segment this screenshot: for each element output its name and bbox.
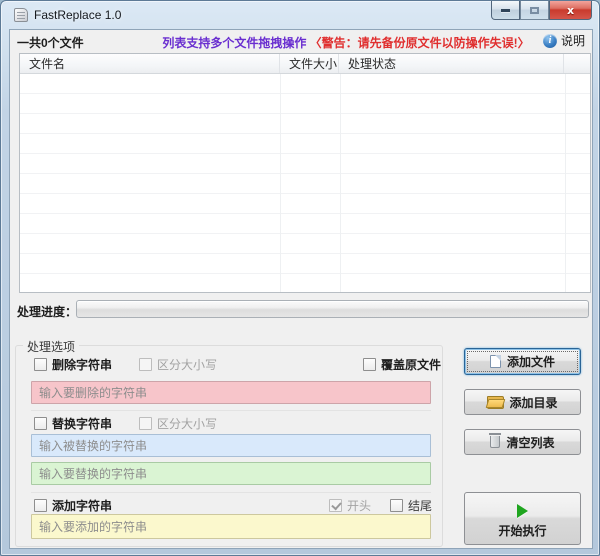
add-directory-label: 添加目录: [509, 394, 557, 411]
append-begin-label: 开头: [347, 497, 371, 514]
append-begin-checkbox: [329, 499, 342, 512]
file-count-label: 一共0个文件: [17, 34, 84, 51]
replace-case-label: 区分大小写: [157, 415, 217, 432]
delete-case-checkbox: [139, 358, 152, 371]
column-divider: [565, 74, 566, 292]
help-link[interactable]: i 说明: [543, 32, 585, 49]
overwrite-checkbox[interactable]: [363, 358, 376, 371]
app-window: FastReplace 1.0 x 一共0个文件 列表支持多个文件拖拽操作 〈警…: [0, 0, 600, 556]
header-message: 列表支持多个文件拖拽操作 〈警告：请先备份原文件以防操作失误!〉: [151, 34, 541, 51]
window-title: FastReplace 1.0: [34, 8, 121, 22]
overwrite-label: 覆盖原文件: [381, 356, 441, 373]
folder-icon: [487, 396, 503, 408]
replace-string-checkbox[interactable]: [34, 417, 47, 430]
delete-string-option[interactable]: 删除字符串: [34, 357, 112, 371]
maximize-icon: [530, 7, 539, 14]
append-end-option[interactable]: 结尾: [390, 498, 432, 512]
delete-case-option: 区分大小写: [139, 357, 217, 371]
minimize-button[interactable]: [491, 1, 520, 20]
start-button[interactable]: 开始执行: [464, 492, 581, 545]
section-divider: [31, 492, 431, 493]
add-file-button[interactable]: 添加文件: [464, 348, 581, 375]
delete-string-checkbox[interactable]: [34, 358, 47, 371]
clear-list-button[interactable]: 清空列表: [464, 429, 581, 455]
column-header-filesize[interactable]: 文件大小: [280, 54, 339, 73]
options-group-label: 处理选项: [23, 338, 79, 355]
start-label: 开始执行: [498, 522, 546, 539]
replace-case-checkbox: [139, 417, 152, 430]
append-string-checkbox[interactable]: [34, 499, 47, 512]
replace-from-input[interactable]: [31, 434, 431, 457]
progress-label: 处理进度：: [17, 303, 77, 320]
delete-string-input[interactable]: [31, 381, 431, 404]
clear-list-label: 清空列表: [506, 434, 554, 451]
append-string-label: 添加字符串: [52, 497, 112, 514]
trash-icon: [490, 436, 500, 448]
maximize-button[interactable]: [520, 1, 549, 20]
replace-string-label: 替换字符串: [52, 415, 112, 432]
file-icon: [490, 355, 501, 368]
replace-string-option[interactable]: 替换字符串: [34, 416, 112, 430]
column-header-status[interactable]: 处理状态: [339, 54, 564, 73]
append-string-option[interactable]: 添加字符串: [34, 498, 112, 512]
info-icon: i: [543, 34, 557, 48]
delete-case-label: 区分大小写: [157, 356, 217, 373]
progress-bar: [76, 300, 589, 318]
add-directory-button[interactable]: 添加目录: [464, 389, 581, 415]
column-header-filler: [564, 54, 590, 73]
column-header-filename[interactable]: 文件名: [20, 54, 280, 73]
window-controls: x: [491, 1, 592, 20]
replace-case-option: 区分大小写: [139, 416, 217, 430]
table-header: 文件名 文件大小 处理状态: [20, 54, 590, 74]
append-end-label: 结尾: [408, 497, 432, 514]
play-icon: [517, 504, 528, 518]
delete-string-label: 删除字符串: [52, 356, 112, 373]
file-list-table[interactable]: 文件名 文件大小 处理状态: [19, 53, 591, 293]
titlebar[interactable]: FastReplace 1.0 x: [1, 1, 599, 29]
close-icon: x: [567, 4, 574, 17]
help-label: 说明: [561, 32, 585, 49]
append-string-input[interactable]: [31, 514, 431, 539]
replace-to-input[interactable]: [31, 462, 431, 485]
append-begin-option: 开头: [329, 498, 371, 512]
column-divider: [340, 74, 341, 292]
warning-text: 〈警告：请先备份原文件以防操作失误!〉: [310, 36, 530, 50]
minimize-icon: [501, 9, 510, 12]
close-button[interactable]: x: [549, 1, 592, 20]
append-end-checkbox[interactable]: [390, 499, 403, 512]
section-divider: [31, 410, 431, 411]
drag-hint-text: 列表支持多个文件拖拽操作: [162, 36, 306, 50]
app-icon: [14, 8, 28, 22]
overwrite-option[interactable]: 覆盖原文件: [363, 357, 441, 371]
add-file-label: 添加文件: [507, 353, 555, 370]
column-divider: [280, 74, 281, 292]
